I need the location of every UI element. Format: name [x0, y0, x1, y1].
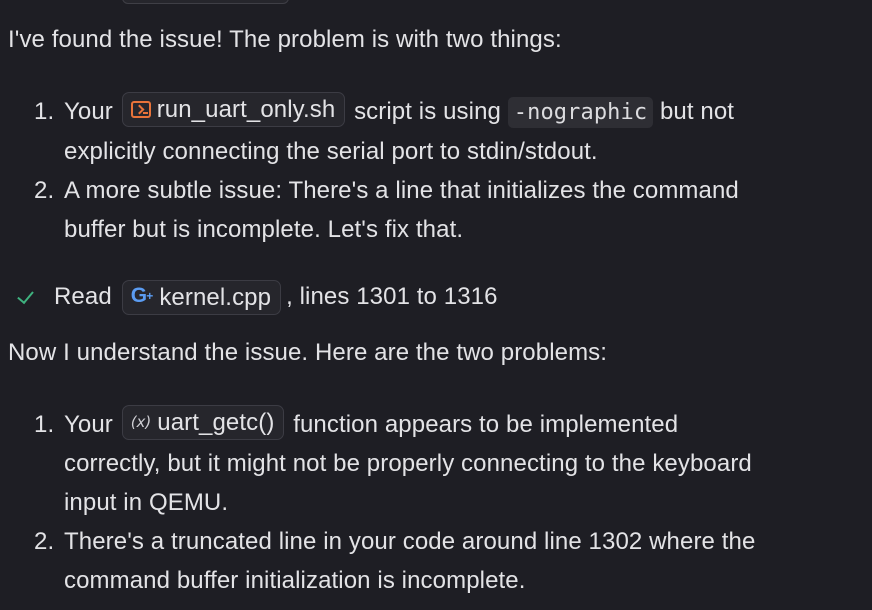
item-text-line3: input in QEMU. [64, 489, 229, 516]
item-text-middle: script is using [354, 98, 501, 125]
list-item: 2. There's a truncated line in your code… [0, 522, 872, 600]
message2-list: 1. Your (x) uart_getc() function appears… [0, 405, 872, 600]
list-item: 2. A more subtle issue: There's a line t… [0, 171, 872, 249]
previous-file-chip[interactable] [122, 0, 289, 4]
item-text-line2: correctly, but it might not be properly … [64, 450, 752, 477]
item-text-after: but not [659, 98, 735, 125]
list-number: 2. [34, 528, 55, 555]
message1-intro: I've found the issue! The problem is wit… [8, 26, 562, 53]
read-verb: Read [54, 283, 112, 310]
file-chip-run-uart-only[interactable]: run_uart_only.sh [121, 92, 346, 128]
read-range: , lines 1301 to 1316 [286, 283, 498, 310]
symbol-chip-uart-getc[interactable]: (x) uart_getc() [121, 405, 285, 441]
list-item: 1. Your run_uart_only.sh script is using… [0, 92, 872, 171]
list-item: 1. Your (x) uart_getc() function appears… [0, 405, 872, 522]
item-text-line1: A more subtle issue: There's a line that… [64, 177, 739, 204]
symbol-chip-label: uart_getc() [157, 409, 275, 437]
inline-code: -nographic [507, 97, 654, 128]
cpp-file-icon: G+ [130, 284, 154, 307]
list-number: 1. [34, 411, 55, 438]
file-chip-label: run_uart_only.sh [156, 96, 336, 124]
message2-intro: Now I understand the issue. Here are the… [8, 339, 608, 366]
read-status-row: Read G+ kernel.cpp , lines 1301 to 1316 [16, 279, 498, 315]
file-chip-label: kernel.cpp [159, 283, 272, 311]
terminal-icon [130, 101, 151, 119]
item-text-line2: explicitly connecting the serial port to… [64, 138, 598, 165]
item-text-line1: There's a truncated line in your code ar… [64, 528, 756, 555]
list-number: 1. [34, 98, 55, 125]
item-text-after: function appears to be implemented [293, 411, 679, 438]
variable-icon: (x) [130, 413, 152, 432]
file-chip-kernel-cpp[interactable]: G+ kernel.cpp [121, 279, 282, 315]
item-text-before: Your [64, 411, 113, 438]
item-text-before: Your [64, 98, 113, 125]
item-text-line2: command buffer initialization is incompl… [64, 567, 526, 594]
list-number: 2. [34, 177, 55, 204]
message1-list: 1. Your run_uart_only.sh script is using… [0, 92, 872, 249]
check-icon [16, 287, 36, 307]
item-text-line2: buffer but is incomplete. Let's fix that… [64, 216, 464, 243]
